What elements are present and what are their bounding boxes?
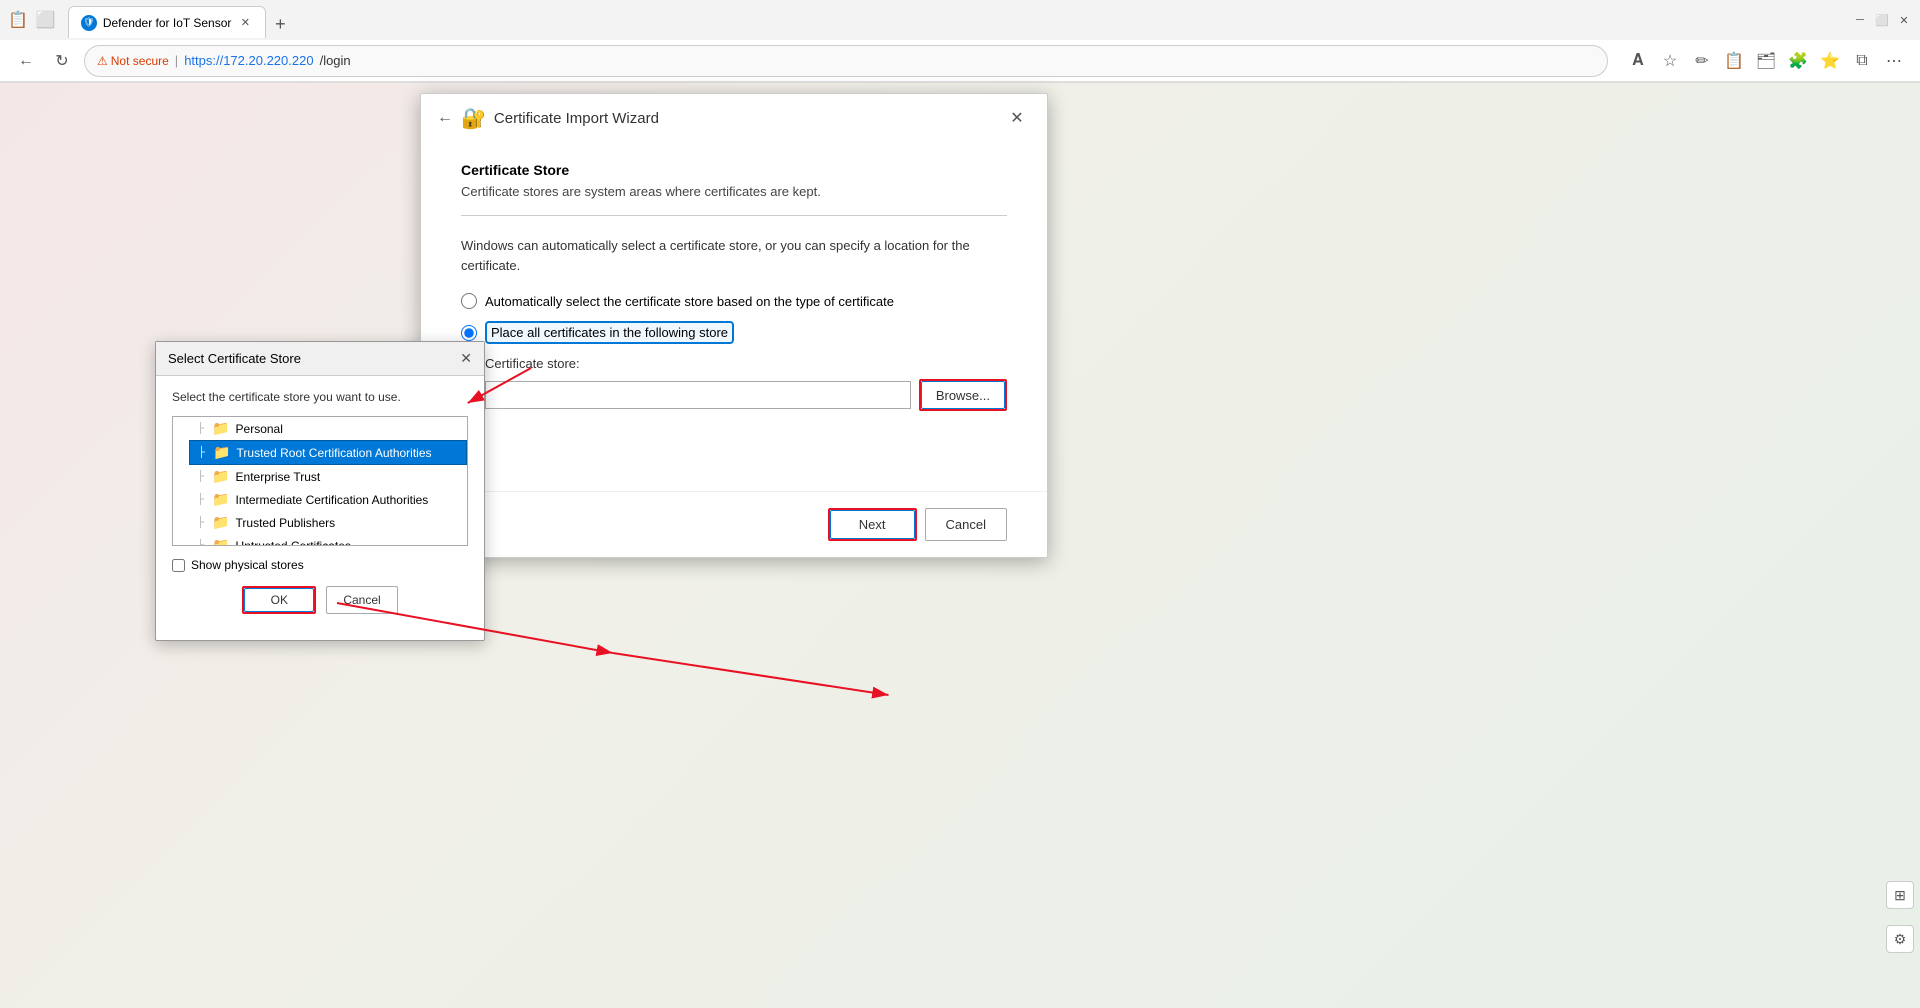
store-item-label-trusted-root: Trusted Root Certification Authorities <box>237 446 432 460</box>
read-aloud-icon[interactable]: 𝐀 <box>1624 47 1652 75</box>
tab-favicon: 🛡 <box>81 15 97 31</box>
security-warning: ⚠ Not secure <box>97 54 169 68</box>
url-https: https://172.20.220.220 <box>184 53 313 68</box>
more-icon[interactable]: ⋯ <box>1880 47 1908 75</box>
maximize-button[interactable]: ⬜ <box>1874 12 1890 28</box>
next-button[interactable]: Next <box>830 510 915 539</box>
show-physical-label: Show physical stores <box>191 558 304 572</box>
collections-icon[interactable]: 📋 <box>1720 47 1748 75</box>
close-button[interactable]: ✕ <box>1896 12 1912 28</box>
store-item-label-intermediate: Intermediate Certification Authorities <box>236 493 429 507</box>
store-item-untrusted[interactable]: └ 📁 Untrusted Certificates <box>189 534 467 546</box>
cert-dialog-header: Select Certificate Store ✕ <box>156 342 484 376</box>
cert-store-title: Certificate Store <box>461 162 1007 178</box>
url-box[interactable]: ⚠ Not secure | https://172.20.220.220 /l… <box>84 45 1608 77</box>
description-text: Windows can automatically select a certi… <box>461 236 1007 275</box>
cert-dialog-body: Select the certificate store you want to… <box>156 376 484 640</box>
show-physical-checkbox[interactable] <box>172 559 185 572</box>
store-item-intermediate[interactable]: ├ 📁 Intermediate Certification Authoriti… <box>189 488 467 511</box>
dialog-header: ← 🔐 Certificate Import Wizard ✕ <box>421 94 1047 142</box>
right-settings-icon[interactable]: ⚙ <box>1886 925 1914 953</box>
show-physical-row[interactable]: Show physical stores <box>172 558 468 572</box>
radio-auto-label: Automatically select the certificate sto… <box>485 294 894 309</box>
favorites-star-icon[interactable]: ⭐ <box>1816 47 1844 75</box>
new-tab-button[interactable]: + <box>266 10 294 38</box>
cert-store-field-label: Certificate store: <box>485 356 1007 371</box>
folder-icon-personal: 📁 <box>212 420 229 437</box>
store-item-trusted-root[interactable]: ├ 📁 Trusted Root Certification Authoriti… <box>189 440 467 465</box>
radio-auto[interactable] <box>461 293 477 309</box>
minimize-button[interactable]: ─ <box>1852 12 1868 28</box>
wizard-dialog: ← 🔐 Certificate Import Wizard ✕ Certific… <box>420 93 1048 558</box>
cert-dialog-title: Select Certificate Store <box>168 351 301 366</box>
ok-button-wrapper: OK <box>242 586 316 614</box>
dialog-back-button[interactable]: ← <box>437 109 453 127</box>
store-item-personal[interactable]: ├ 📁 Personal <box>189 417 467 440</box>
cert-dialog-footer: OK Cancel <box>172 586 468 626</box>
folder-icon-publishers: 📁 <box>212 514 229 531</box>
url-separator: | <box>175 53 178 68</box>
content-area: ← 🔐 Certificate Import Wizard ✕ Certific… <box>0 83 1920 973</box>
section-divider <box>461 215 1007 216</box>
cert-store-subtitle: Certificate stores are system areas wher… <box>461 184 1007 199</box>
folder-icon-intermediate: 📁 <box>212 491 229 508</box>
store-item-label-personal: Personal <box>236 422 283 436</box>
next-button-wrapper: Next <box>828 508 917 541</box>
browse-button-wrapper: Browse... <box>919 379 1007 411</box>
favorites-icon[interactable]: ☆ <box>1656 47 1684 75</box>
address-bar: ← ↻ ⚠ Not secure | https://172.20.220.22… <box>0 40 1920 82</box>
extensions-icon[interactable]: 🧩 <box>1784 47 1812 75</box>
edit-icon[interactable]: ✏ <box>1688 47 1716 75</box>
folder-icon-enterprise: 📁 <box>212 468 229 485</box>
right-add-icon[interactable]: ⊞ <box>1886 881 1914 909</box>
dialog-footer: Next Cancel <box>421 491 1047 557</box>
url-path: /login <box>320 53 351 68</box>
toolbar-icons: 𝐀 ☆ ✏ 📋 🗂 🧩 ⭐ ⧉ ⋯ <box>1624 47 1908 75</box>
wizard-cancel-button[interactable]: Cancel <box>925 508 1007 541</box>
ebook-icon[interactable]: 🗂 <box>1752 47 1780 75</box>
split-icon[interactable]: ⧉ <box>1848 47 1876 75</box>
radio-manual[interactable] <box>461 325 477 341</box>
store-item-label-untrusted: Untrusted Certificates <box>236 539 351 547</box>
wizard-icon: 🔐 <box>461 106 486 131</box>
active-tab[interactable]: 🛡 Defender for IoT Sensor ✕ <box>68 6 267 38</box>
cert-dialog-description: Select the certificate store you want to… <box>172 390 468 404</box>
cert-dialog-cancel-button[interactable]: Cancel <box>326 586 397 614</box>
back-button[interactable]: ← <box>12 47 40 75</box>
radio-auto-option[interactable]: Automatically select the certificate sto… <box>461 293 1007 309</box>
page-icon: 📋 <box>8 10 28 30</box>
store-item-publishers[interactable]: ├ 📁 Trusted Publishers <box>189 511 467 534</box>
cert-store-dialog: Select Certificate Store ✕ Select the ce… <box>155 341 485 641</box>
wizard-close-button[interactable]: ✕ <box>1003 104 1031 132</box>
cert-store-row: Browse... <box>485 379 1007 411</box>
ok-button[interactable]: OK <box>244 588 314 612</box>
browser-chrome: 📋 ⬜ 🛡 Defender for IoT Sensor ✕ + ─ ⬜ ✕ … <box>0 0 1920 83</box>
store-item-label-enterprise: Enterprise Trust <box>236 470 321 484</box>
dialog-body: Certificate Store Certificate stores are… <box>421 142 1047 431</box>
radio-manual-label: Place all certificates in the following … <box>485 321 734 344</box>
tab-title: Defender for IoT Sensor <box>103 16 232 30</box>
right-panel: ⊞ ⚙ <box>1880 83 1920 973</box>
radio-manual-option[interactable]: Place all certificates in the following … <box>461 321 1007 344</box>
folder-icon-untrusted: 📁 <box>212 537 229 546</box>
cert-dialog-close-button[interactable]: ✕ <box>460 350 472 367</box>
layout-icon: ⬜ <box>36 10 56 30</box>
cert-store-list[interactable]: ├ 📁 Personal ├ 📁 Trusted Root Certificat… <box>172 416 468 546</box>
folder-icon-trusted-root: 📁 <box>213 444 230 461</box>
dialog-title-row: ← 🔐 Certificate Import Wizard <box>437 106 659 131</box>
window-controls: 📋 ⬜ <box>8 10 56 30</box>
browse-button[interactable]: Browse... <box>921 381 1005 409</box>
tab-close-button[interactable]: ✕ <box>237 15 253 31</box>
refresh-button[interactable]: ↻ <box>48 47 76 75</box>
warning-triangle-icon: ⚠ <box>97 54 108 68</box>
store-item-enterprise[interactable]: ├ 📁 Enterprise Trust <box>189 465 467 488</box>
tab-bar: 🛡 Defender for IoT Sensor ✕ + <box>68 2 1844 38</box>
cert-store-input[interactable] <box>485 381 911 409</box>
dialog-title: Certificate Import Wizard <box>494 110 659 127</box>
store-item-label-publishers: Trusted Publishers <box>236 516 336 530</box>
title-bar: 📋 ⬜ 🛡 Defender for IoT Sensor ✕ + ─ ⬜ ✕ <box>0 0 1920 40</box>
